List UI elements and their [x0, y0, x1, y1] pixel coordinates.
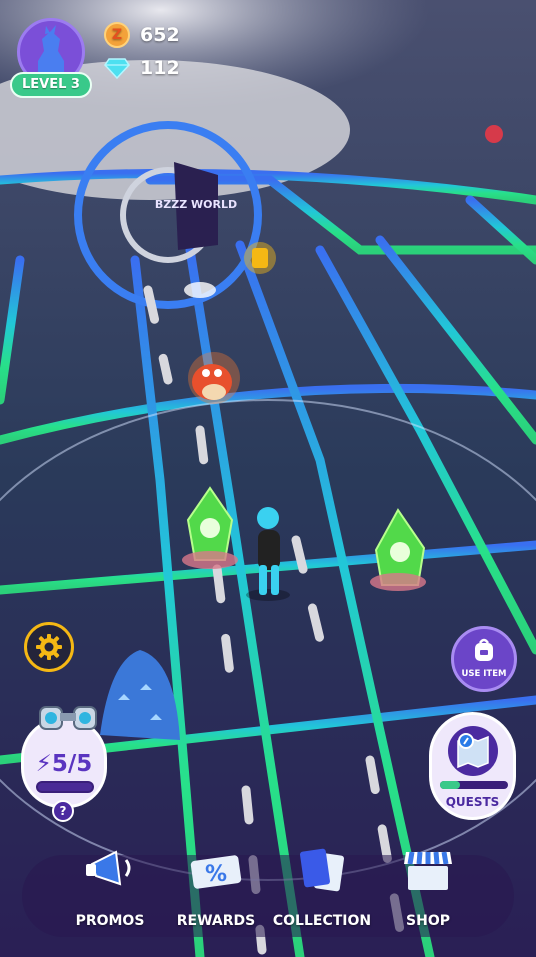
megaphone-icon — [86, 850, 131, 886]
shop-awning-icon — [404, 851, 452, 890]
energy-bar — [36, 781, 94, 793]
svg-text:%: % — [205, 862, 227, 887]
quest-progress-bar — [440, 781, 508, 789]
settings-button[interactable] — [24, 622, 74, 672]
cards-icon — [300, 848, 344, 892]
quest-map-icon — [447, 726, 498, 776]
energy-label: 5/5 — [51, 751, 93, 777]
use-item-button[interactable]: USE ITEM — [451, 626, 517, 692]
energy-help-button[interactable]: ? — [52, 800, 74, 822]
percent-ticket-icon: % — [190, 855, 242, 889]
nav-promos-label: PROMOS — [75, 913, 145, 929]
level-badge: LEVEL 3 — [10, 72, 92, 98]
use-item-label: USE ITEM — [461, 669, 507, 679]
coin-counter: Z 652 — [104, 21, 180, 49]
far-red-marker[interactable] — [485, 125, 503, 143]
binoculars-icon — [39, 706, 97, 730]
coin-amount: 652 — [140, 24, 180, 46]
quests-label: QUESTS — [445, 795, 500, 809]
gear-icon — [36, 634, 62, 660]
red-creature[interactable] — [188, 352, 240, 404]
nav-shop-label: SHOP — [406, 913, 450, 929]
nav-collection-label: COLLECTION — [272, 913, 372, 929]
energy-value: ⚡5/5 — [24, 751, 104, 777]
z-coin-icon: Z — [104, 22, 130, 48]
gem-counter: 112 — [104, 54, 180, 82]
energy-bar-fill — [38, 783, 92, 791]
lightning-icon: ⚡ — [35, 751, 52, 777]
backpack-icon — [475, 638, 493, 661]
energy-meter[interactable]: ⚡5/5 — [21, 706, 107, 808]
landmark-banner-text: BZZZ WORLD — [155, 198, 237, 211]
diamond-icon — [104, 58, 130, 79]
gem-amount: 112 — [140, 57, 180, 79]
quests-button[interactable]: QUESTS — [429, 712, 516, 820]
lantern-item[interactable] — [244, 242, 276, 274]
nav-rewards-label: REWARDS — [176, 913, 256, 929]
